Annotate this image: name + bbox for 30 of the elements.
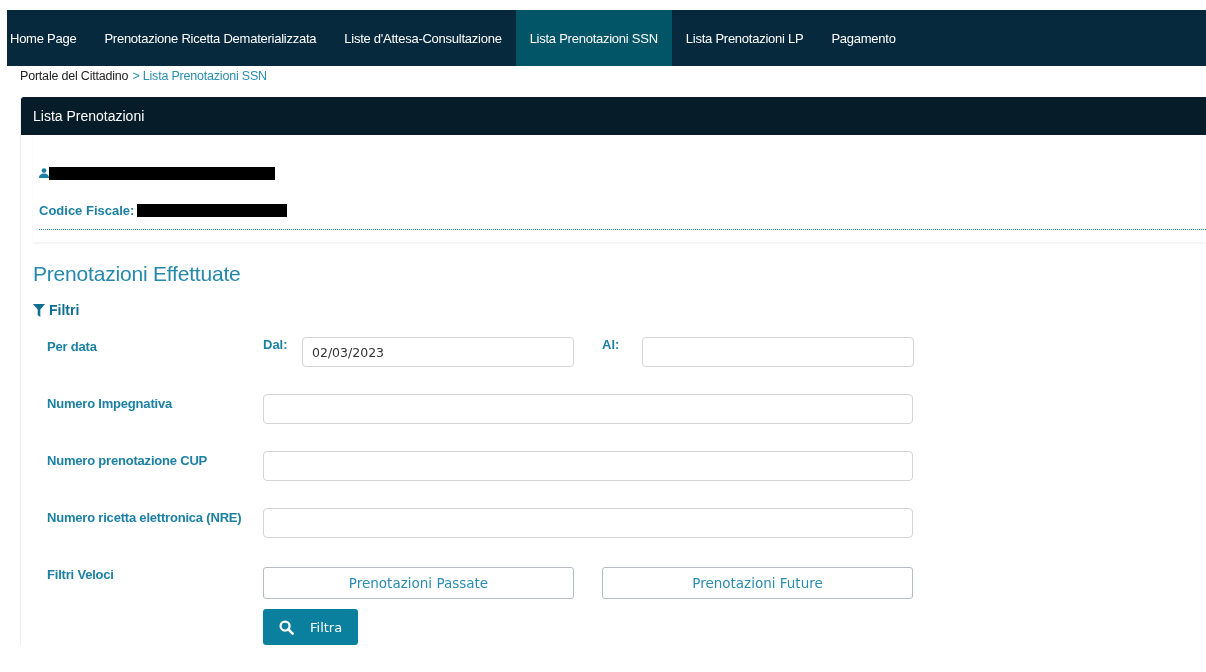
breadcrumb-current: > Lista Prenotazioni SSN xyxy=(132,69,267,83)
search-icon xyxy=(279,619,294,635)
field-label: Al: xyxy=(602,336,621,354)
nav-tab[interactable]: Home Page xyxy=(7,10,91,66)
filters-label: Filtri xyxy=(49,302,80,318)
user-icon xyxy=(39,168,49,178)
breadcrumb-link[interactable]: Portale del Cittadino xyxy=(20,69,129,83)
field-label: Numero ricetta elettronica (NRE) xyxy=(47,509,243,527)
nav-tab[interactable]: Lista Prenotazioni LP xyxy=(671,10,818,66)
quick-filter-button[interactable]: Prenotazioni Passate xyxy=(263,567,574,599)
input-field[interactable] xyxy=(263,394,913,424)
input-field[interactable] xyxy=(263,508,913,538)
field-label: Numero Impegnativa xyxy=(47,395,174,413)
quick-filter-button[interactable]: Prenotazioni Future xyxy=(602,567,913,599)
field-label: Numero prenotazione CUP xyxy=(47,452,209,470)
nav-tab[interactable]: Lista Prenotazioni SSN xyxy=(515,10,672,66)
field-label: Filtri Veloci xyxy=(47,566,115,584)
panel-header: Lista Prenotazioni xyxy=(21,97,1206,135)
date-field[interactable]: 02/03/2023 xyxy=(302,337,574,367)
section-title: Prenotazioni Effettuate xyxy=(33,262,242,286)
filter-button[interactable]: Filtra xyxy=(263,609,359,645)
nav-tab[interactable]: Prenotazione Ricetta Dematerializzata xyxy=(90,10,331,66)
field-label: Per data xyxy=(47,338,98,356)
nav-tab[interactable]: Pagamento xyxy=(817,10,910,66)
date-field[interactable] xyxy=(642,337,914,367)
tax-code-label: Codice Fiscale: xyxy=(39,203,135,218)
filter-icon xyxy=(33,303,45,317)
input-field[interactable] xyxy=(263,451,913,481)
field-label: Dal: xyxy=(263,336,289,354)
nav-tab[interactable]: Liste d'Attesa-Consultazione xyxy=(330,10,516,66)
